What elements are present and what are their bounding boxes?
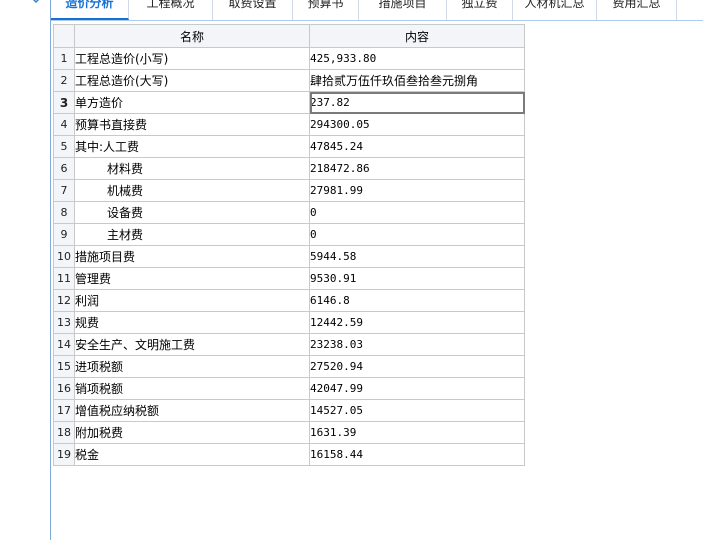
row-number[interactable]: 12 (53, 289, 75, 312)
content-cell[interactable]: 1631.39 (309, 421, 525, 444)
tab-project-overview[interactable]: 工程概况 (129, 0, 213, 20)
table-row[interactable]: 16 销项税额 42047.99 (53, 377, 525, 400)
table-row[interactable]: 17 增值税应纳税额 14527.05 (53, 399, 525, 422)
row-number[interactable]: 15 (53, 355, 75, 378)
table-row[interactable]: 10 措施项目费 5944.58 (53, 245, 525, 268)
content-cell[interactable]: 27520.94 (309, 355, 525, 378)
name-cell[interactable]: 规费 (74, 311, 310, 334)
row-number[interactable]: 16 (53, 377, 75, 400)
content-cell[interactable]: 12442.59 (309, 311, 525, 334)
content-cell[interactable]: 0 (309, 223, 525, 246)
table-row[interactable]: 8 设备费 0 (53, 201, 525, 224)
name-cell[interactable]: 单方造价 (74, 91, 310, 114)
corner-header-cell (53, 24, 75, 48)
column-header-content[interactable]: 内容 (309, 24, 525, 48)
column-header-name[interactable]: 名称 (74, 24, 310, 48)
name-cell[interactable]: 附加税费 (74, 421, 310, 444)
row-number[interactable]: 18 (53, 421, 75, 444)
name-cell[interactable]: 利润 (74, 289, 310, 312)
table-row[interactable]: 2 工程总造价(大写) 肆拾贰万伍仟玖佰叁拾叁元捌角 (53, 69, 525, 92)
table-row[interactable]: 19 税金 16158.44 (53, 443, 525, 466)
tab-fee-summary[interactable]: 费用汇总 (597, 0, 677, 20)
table-row[interactable]: 4 预算书直接费 294300.05 (53, 113, 525, 136)
content-cell[interactable]: 27981.99 (309, 179, 525, 202)
table-row[interactable]: 9 主材费 0 (53, 223, 525, 246)
row-number[interactable]: 19 (53, 443, 75, 466)
row-number[interactable]: 5 (53, 135, 75, 158)
content-cell[interactable]: 425,933.80 (309, 47, 525, 70)
content-cell[interactable]: 5944.58 (309, 245, 525, 268)
tab-fee-settings[interactable]: 取费设置 (213, 0, 293, 20)
content-cell[interactable]: 294300.05 (309, 113, 525, 136)
table-row[interactable]: 15 进项税额 27520.94 (53, 355, 525, 378)
content-cell[interactable]: 47845.24 (309, 135, 525, 158)
tab-resource-summary[interactable]: 人材机汇总 (513, 0, 597, 20)
table-header-row: 名称 内容 (53, 24, 525, 48)
tab-budget[interactable]: 预算书 (293, 0, 359, 20)
name-cell[interactable]: 其中:人工费 (74, 135, 310, 158)
row-number[interactable]: 8 (53, 201, 75, 224)
row-number[interactable]: 3 (53, 91, 75, 114)
row-number[interactable]: 11 (53, 267, 75, 290)
table-row[interactable]: 5 其中:人工费 47845.24 (53, 135, 525, 158)
cost-analysis-table: 名称 内容 1 工程总造价(小写) 425,933.80 2 工程总造价(大写) 肆拾贰万… (53, 24, 525, 466)
content-cell[interactable]: 42047.99 (309, 377, 525, 400)
cost-analysis-page: 造价分析 工程概况 取费设置 预算书 措施项目 独立费 人材机汇总 费用汇总 名… (0, 0, 703, 540)
name-cell[interactable]: 工程总造价(大写) (74, 69, 310, 92)
content-cell[interactable]: 9530.91 (309, 267, 525, 290)
collapse-arrow-icon[interactable] (28, 0, 44, 6)
tab-measures[interactable]: 措施项目 (359, 0, 447, 20)
row-number[interactable]: 1 (53, 47, 75, 70)
tab-bar: 造价分析 工程概况 取费设置 预算书 措施项目 独立费 人材机汇总 费用汇总 (51, 0, 703, 21)
content-cell[interactable]: 0 (309, 201, 525, 224)
name-cell[interactable]: 措施项目费 (74, 245, 310, 268)
name-cell[interactable]: 管理费 (74, 267, 310, 290)
content-cell[interactable]: 23238.03 (309, 333, 525, 356)
name-cell[interactable]: 增值税应纳税额 (74, 399, 310, 422)
table-row[interactable]: 14 安全生产、文明施工费 23238.03 (53, 333, 525, 356)
table-row[interactable]: 13 规费 12442.59 (53, 311, 525, 334)
table-row[interactable]: 3 单方造价 237.82 (53, 91, 525, 114)
name-cell[interactable]: 主材费 (74, 223, 310, 246)
left-panel-edge (50, 0, 51, 540)
name-cell[interactable]: 进项税额 (74, 355, 310, 378)
name-cell[interactable]: 销项税额 (74, 377, 310, 400)
name-cell[interactable]: 安全生产、文明施工费 (74, 333, 310, 356)
name-cell[interactable]: 材料费 (74, 157, 310, 180)
row-number[interactable]: 4 (53, 113, 75, 136)
table-row[interactable]: 11 管理费 9530.91 (53, 267, 525, 290)
table-row[interactable]: 6 材料费 218472.86 (53, 157, 525, 180)
tab-independent-fee[interactable]: 独立费 (447, 0, 513, 20)
content-cell[interactable]: 肆拾贰万伍仟玖佰叁拾叁元捌角 (309, 69, 525, 92)
row-number[interactable]: 7 (53, 179, 75, 202)
row-number[interactable]: 14 (53, 333, 75, 356)
row-number[interactable]: 6 (53, 157, 75, 180)
content-cell[interactable]: 6146.8 (309, 289, 525, 312)
content-cell[interactable]: 218472.86 (309, 157, 525, 180)
name-cell[interactable]: 预算书直接费 (74, 113, 310, 136)
row-number[interactable]: 2 (53, 69, 75, 92)
name-cell[interactable]: 工程总造价(小写) (74, 47, 310, 70)
table-row[interactable]: 12 利润 6146.8 (53, 289, 525, 312)
name-cell[interactable]: 税金 (74, 443, 310, 466)
content-cell[interactable]: 237.82 (309, 91, 525, 114)
content-cell[interactable]: 14527.05 (309, 399, 525, 422)
name-cell[interactable]: 设备费 (74, 201, 310, 224)
row-number[interactable]: 10 (53, 245, 75, 268)
table-row[interactable]: 7 机械费 27981.99 (53, 179, 525, 202)
row-number[interactable]: 17 (53, 399, 75, 422)
name-cell[interactable]: 机械费 (74, 179, 310, 202)
content-cell[interactable]: 16158.44 (309, 443, 525, 466)
row-number[interactable]: 13 (53, 311, 75, 334)
row-number[interactable]: 9 (53, 223, 75, 246)
tab-cost-analysis[interactable]: 造价分析 (51, 0, 129, 20)
table-row[interactable]: 18 附加税费 1631.39 (53, 421, 525, 444)
table-row[interactable]: 1 工程总造价(小写) 425,933.80 (53, 47, 525, 70)
